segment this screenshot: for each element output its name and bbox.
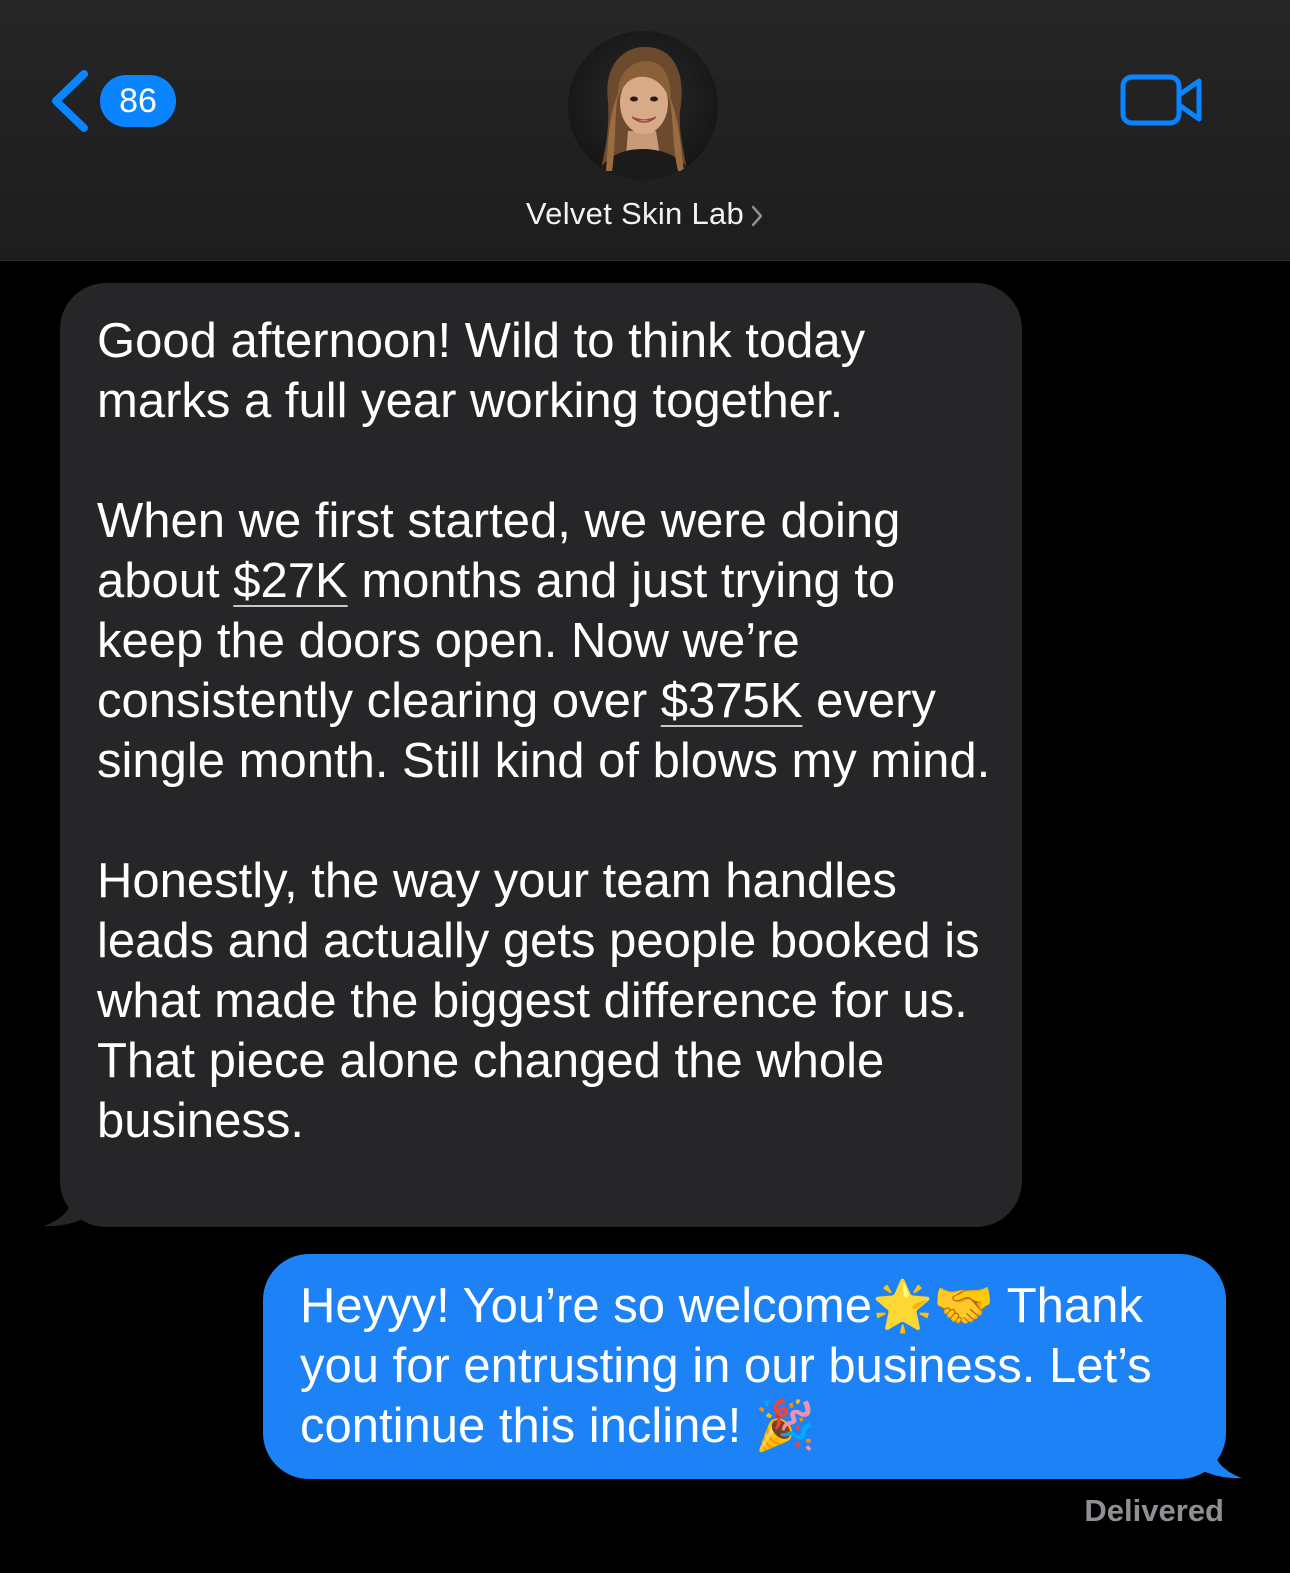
party-popper-emoji-icon: 🎉 [754,1397,816,1454]
chevron-left-icon [52,70,88,132]
contact-avatar[interactable] [568,31,718,181]
video-call-button[interactable] [1120,72,1204,128]
money-link[interactable]: $27K [233,554,347,608]
video-camera-icon [1120,74,1202,126]
avatar-image [568,31,718,181]
message-text: Honestly, the way your team handles lead… [97,854,994,1148]
message-text: Good afternoon! Wild to think today mark… [97,314,879,428]
handshake-emoji-icon: 🤝 [932,1277,994,1334]
delivery-status: Delivered [1084,1493,1224,1528]
chevron-right-icon [751,205,763,227]
incoming-message-bubble[interactable]: Good afternoon! Wild to think today mark… [60,283,1022,1227]
money-link[interactable]: $375K [661,674,803,728]
contact-name: Velvet Skin Lab [525,196,745,231]
back-button[interactable]: 86 [46,66,176,136]
conversation-header: 86 Velvet Skin Lab [0,0,1290,261]
star-emoji-icon: 🌟 [871,1277,933,1334]
contact-name-button[interactable]: Velvet Skin Lab [0,196,1290,232]
unread-count-badge: 86 [100,75,176,127]
message-text: Heyyy! You’re so welcome [300,1279,872,1333]
outgoing-message-bubble[interactable]: Heyyy! You’re so welcome🌟🤝 Thank you for… [263,1254,1226,1479]
